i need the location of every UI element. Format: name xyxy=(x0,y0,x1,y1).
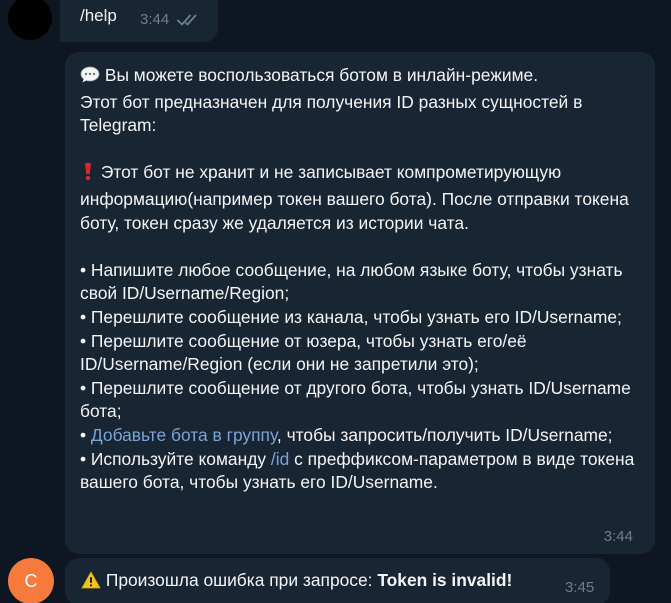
bullet-2: • Перешлите сообщение из канала, чтобы у… xyxy=(80,306,622,327)
message-time: 3:44 xyxy=(603,528,633,545)
bullet-5-suffix: , чтобы запросить/получить ID/Username; xyxy=(276,424,613,445)
message-time: 3:45 xyxy=(565,579,595,596)
bullet-4: • Перешлите сообщение от другого бота, ч… xyxy=(80,377,636,422)
bullet-3: • Перешлите сообщение от юзера, чтобы уз… xyxy=(80,330,532,375)
chat-window: /help 3:44 Вы можете воспользоваться бот… xyxy=(0,0,671,603)
warning-text: Этот бот не хранит и не записывает компр… xyxy=(80,162,634,233)
bullet-5-prefix: • xyxy=(80,424,91,445)
warning-icon xyxy=(81,571,101,594)
speech-bubble-icon xyxy=(80,66,100,91)
message-bubble-error[interactable]: Произошла ошибка при запросе: Token is i… xyxy=(65,558,610,603)
bullet-6-prefix: • Используйте команду xyxy=(80,448,271,469)
message-meta: 3:44 xyxy=(140,11,199,28)
bot-avatar[interactable]: C xyxy=(8,558,54,603)
message-bubble-help[interactable]: /help 3:44 xyxy=(60,0,218,42)
add-bot-to-group-link[interactable]: Добавьте бота в группу xyxy=(91,425,277,445)
bullet-1: • Напишите любое сообщение, на любом язы… xyxy=(80,259,628,304)
red-exclamation-icon xyxy=(80,162,96,188)
message-text: /help xyxy=(80,6,117,25)
error-text: Произошла ошибка при запросе: xyxy=(105,570,378,590)
info-line-2: Этот бот предназначен для получения ID р… xyxy=(80,91,588,136)
user-avatar[interactable] xyxy=(8,0,52,40)
message-bubble-info[interactable]: Вы можете воспользоваться ботом в инлайн… xyxy=(65,52,655,554)
error-message: Произошла ошибка при запросе: Token is i… xyxy=(81,570,512,594)
info-line-1: Вы можете воспользоваться ботом в инлайн… xyxy=(104,65,539,85)
bot-avatar-letter: C xyxy=(24,570,38,591)
id-command-link[interactable]: /id xyxy=(271,449,289,469)
message-body: Вы можете воспользоваться ботом в инлайн… xyxy=(80,64,640,495)
message-time: 3:44 xyxy=(140,11,170,28)
double-check-icon xyxy=(177,14,197,25)
error-token-invalid: Token is invalid! xyxy=(377,570,513,590)
